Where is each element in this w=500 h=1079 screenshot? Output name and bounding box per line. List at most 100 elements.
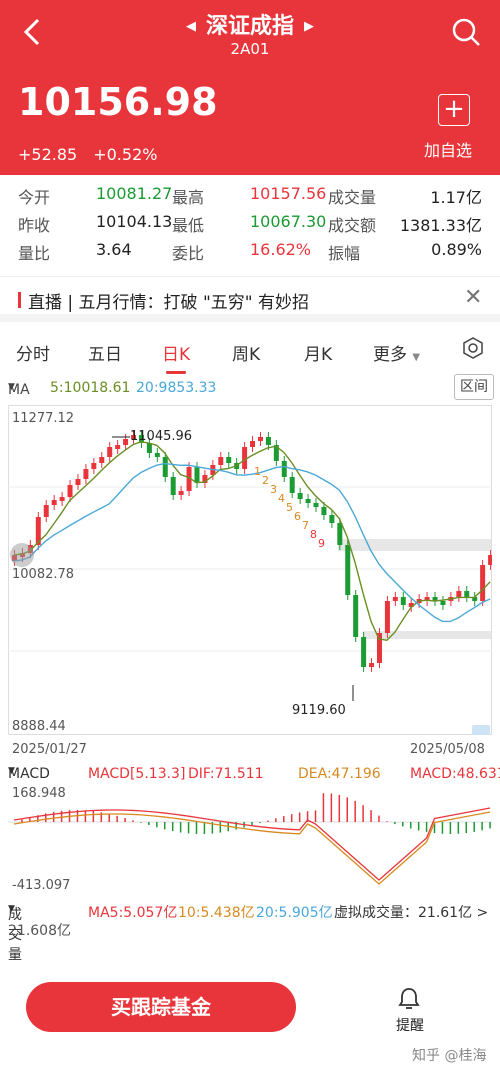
add-watchlist-icon[interactable]: +: [438, 94, 470, 126]
volume-value: 21.608亿: [8, 923, 71, 939]
title-row: ◀ 深证成指 ▶: [0, 8, 500, 40]
tab-daily-k[interactable]: 日K: [162, 340, 190, 374]
volume-value: 1.17亿: [430, 188, 482, 207]
candle-body: [289, 477, 295, 493]
high-value: 10157.56: [250, 184, 327, 203]
tab-monthly-k[interactable]: 月K: [304, 340, 332, 365]
candle-body: [226, 457, 232, 463]
ma-legend: MA ▼ 5:10018.61 20:9853.33: [0, 378, 500, 402]
candle-body: [107, 447, 113, 457]
volume-ma10: 10:5.438亿: [178, 905, 255, 921]
candle-body: [345, 545, 351, 595]
candle-body: [242, 447, 248, 469]
candle-body: [400, 597, 406, 605]
candle-body: [440, 601, 446, 605]
sequence-label: 9: [318, 537, 325, 550]
dropdown-icon: ▼: [8, 766, 15, 776]
interval-button[interactable]: 区间: [454, 374, 494, 400]
macd-svg: [8, 793, 492, 885]
search-icon[interactable]: [450, 16, 482, 48]
open-value: 10081.27: [96, 184, 173, 203]
candle-body: [99, 457, 105, 463]
candle-body: [43, 505, 49, 517]
chevron-down-icon: ▼: [412, 352, 421, 363]
commission-value: 16.62%: [250, 240, 312, 259]
sequence-label: 2: [262, 474, 269, 487]
tab-weekly-k[interactable]: 周K: [232, 340, 260, 365]
ma5-value: 5:10018.61: [50, 380, 131, 396]
y-max-label: 11277.12: [12, 411, 75, 426]
high-annotation: 11045.96: [130, 429, 193, 444]
sequence-label: 7: [302, 519, 309, 532]
price-change: +52.85 +0.52%: [18, 145, 173, 164]
volume-ma5: MA5:5.057亿: [88, 905, 178, 921]
ma20-value: 20:9853.33: [136, 380, 217, 396]
news-text[interactable]: 直播 | 五月行情：打破 "五穷" 有妙招: [28, 288, 309, 313]
candle-body: [51, 500, 57, 505]
tab-more-label: 更多: [373, 345, 407, 365]
candle-body: [321, 507, 327, 515]
candle-body: [392, 597, 398, 601]
buy-fund-button[interactable]: 买跟踪基金: [26, 982, 296, 1032]
news-accent-bar: [18, 292, 21, 308]
watermark: 知乎 @桂海: [412, 1048, 487, 1064]
quote-stats: 今开 10081.27 最高 10157.56 成交量 1.17亿 昨收 101…: [0, 184, 500, 268]
amount-label: 成交额: [328, 216, 377, 235]
candle-body: [154, 453, 160, 457]
macd-dif: DIF:71.511: [188, 766, 264, 782]
news-banner[interactable]: 直播 | 五月行情：打破 "五穷" 有妙招 ✕: [0, 276, 500, 322]
add-watchlist-label[interactable]: 加自选: [424, 137, 472, 161]
candle-body: [265, 437, 271, 445]
candle-body: [67, 485, 73, 497]
volume-label: 成交量: [328, 188, 377, 207]
dropdown-icon: ▼: [8, 382, 15, 392]
macd-params: MACD[5.13.3]: [88, 766, 186, 782]
gap-band: [363, 631, 492, 639]
close-icon[interactable]: ✕: [464, 285, 482, 310]
current-price: 10156.98: [18, 80, 218, 124]
stats-row: 昨收 10104.13 最低 10067.30 成交额 1381.33亿: [0, 212, 500, 240]
candle-body: [456, 591, 462, 597]
next-stock-icon[interactable]: ▶: [304, 19, 314, 34]
candle-body: [170, 477, 176, 495]
prev-stock-icon[interactable]: ◀: [186, 19, 196, 34]
stats-row: 量比 3.64 委比 16.62% 振幅 0.89%: [0, 240, 500, 268]
tab-more[interactable]: 更多 ▼: [373, 340, 420, 365]
candle-body: [75, 479, 81, 485]
virtual-volume[interactable]: 虚拟成交量：21.61亿 >: [334, 902, 488, 922]
candle-body: [123, 439, 129, 445]
candle-body: [329, 515, 335, 523]
sequence-label: 4: [278, 492, 285, 505]
marker-circle: [10, 543, 34, 567]
y-min-label: 8888.44: [12, 719, 66, 734]
sequence-label: 3: [270, 483, 277, 496]
settings-icon[interactable]: [462, 337, 484, 359]
macd-value: MACD:48.631: [410, 766, 500, 782]
date-start-label: 2025/01/27: [12, 742, 87, 757]
candle-body: [115, 445, 121, 449]
remind-label[interactable]: 提醒: [396, 1015, 424, 1035]
volume-ma20: 20:5.905亿: [256, 905, 333, 921]
candle-body: [83, 469, 89, 479]
low-label: 最低: [172, 216, 205, 235]
candle-body: [337, 523, 343, 545]
gap-band: [338, 539, 492, 551]
low-value: 10067.30: [250, 212, 327, 231]
tab-five-day[interactable]: 五日: [88, 340, 122, 365]
candle-body: [281, 461, 287, 477]
candle-body: [305, 499, 311, 503]
sequence-label: 8: [310, 528, 317, 541]
candle-body: [313, 503, 319, 507]
low-annotation: 9119.60: [292, 703, 346, 718]
macd-chart[interactable]: 168.948 -413.097: [8, 786, 492, 895]
candle-body: [194, 467, 200, 483]
high-label: 最高: [172, 188, 205, 207]
tab-intraday[interactable]: 分时: [16, 340, 50, 365]
page-title: 深证成指: [205, 14, 294, 39]
candle-body: [146, 443, 152, 453]
candle-body: [361, 637, 367, 667]
bell-icon[interactable]: [398, 986, 420, 1010]
period-tabs: 分时 五日 日K 周K 月K 更多 ▼: [0, 330, 500, 374]
date-end-label: 2025/05/08: [410, 742, 485, 757]
kline-chart[interactable]: 123456789 11277.12 10082.78 8888.44 1104…: [8, 405, 494, 739]
